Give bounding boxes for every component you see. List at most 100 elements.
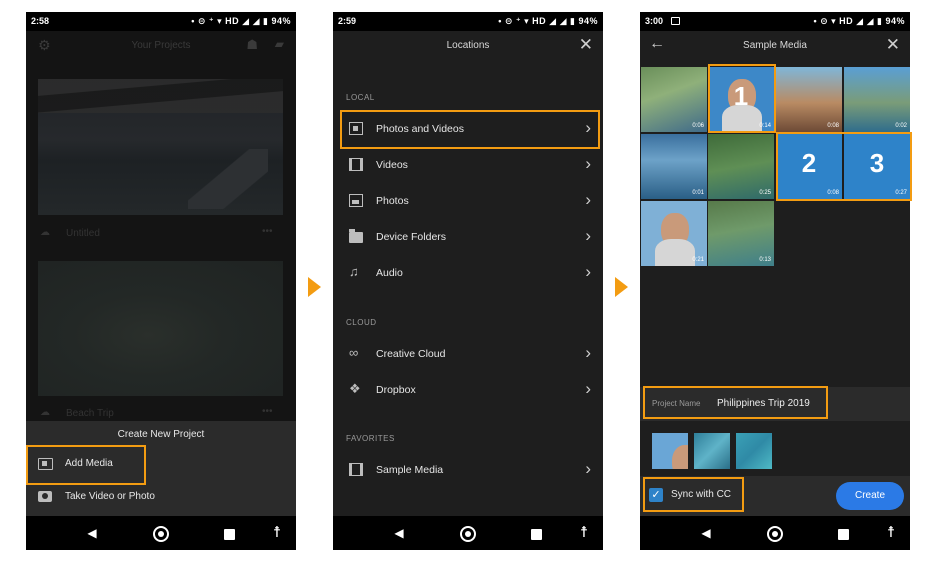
page-title: Sample Media bbox=[743, 40, 807, 51]
phone-screen-2: 2:59 • ⊝ ⁺ ▾ HD ◢ ◢ ▮ 94% Locations ✕ LO… bbox=[333, 12, 603, 550]
duration-label: 0:14 bbox=[759, 123, 771, 129]
duration-label: 0:06 bbox=[692, 123, 704, 129]
media-thumbnail[interactable]: 0:06 bbox=[641, 67, 707, 132]
folder-icon bbox=[349, 229, 363, 243]
chevron-right-icon: › bbox=[585, 343, 591, 362]
status-bar: 2:58 • ⊝ ⁺ ▾ HD ◢ ◢ ▮ 94% bbox=[26, 12, 296, 31]
music-note-icon: ♫ bbox=[349, 264, 359, 279]
media-thumbnail[interactable]: 0:08 bbox=[776, 67, 842, 132]
more-icon[interactable]: ••• bbox=[262, 226, 273, 237]
project-thumbnail[interactable] bbox=[38, 261, 283, 396]
row-label: Creative Cloud bbox=[376, 348, 446, 360]
duration-label: 0:21 bbox=[692, 257, 704, 263]
media-thumbnail[interactable]: 0:02 bbox=[844, 67, 910, 132]
section-favorites: FAVORITES bbox=[346, 434, 395, 443]
media-thumbnail[interactable]: 0:01 bbox=[641, 134, 707, 199]
film-icon bbox=[349, 463, 363, 476]
status-time: 3:00 bbox=[645, 16, 664, 26]
chevron-right-icon: › bbox=[585, 190, 591, 209]
screenshot-notification-icon bbox=[671, 17, 680, 25]
project-thumbnail[interactable] bbox=[38, 79, 283, 215]
status-time: 2:58 bbox=[31, 16, 50, 26]
chevron-right-icon: › bbox=[585, 226, 591, 245]
row-label: Dropbox bbox=[376, 384, 416, 396]
step-arrow-icon bbox=[308, 277, 321, 297]
duration-label: 0:25 bbox=[759, 190, 771, 196]
chevron-right-icon: › bbox=[585, 379, 591, 398]
android-nav-bar: ◀ ☨ bbox=[640, 516, 910, 550]
image-icon bbox=[349, 194, 363, 207]
duration-label: 0:08 bbox=[827, 123, 839, 129]
status-icons: • ⊝ ⁺ ▾ HD ◢ ◢ ▮ 94% bbox=[191, 16, 291, 26]
row-label: Photos bbox=[376, 195, 409, 207]
chevron-right-icon: › bbox=[585, 459, 591, 478]
nav-recents-icon[interactable] bbox=[836, 516, 850, 550]
location-sample-media[interactable]: Sample Media › bbox=[333, 452, 603, 488]
cloud-icon: ☁ bbox=[40, 407, 50, 418]
step-arrow-icon bbox=[615, 277, 628, 297]
android-nav-bar: ◀ ☨ bbox=[26, 516, 296, 550]
film-icon bbox=[349, 158, 363, 171]
selection-number: 1 bbox=[733, 81, 749, 111]
location-audio[interactable]: ♫ Audio › bbox=[333, 255, 603, 291]
nav-home-icon[interactable] bbox=[764, 516, 786, 550]
location-device-folders[interactable]: Device Folders › bbox=[333, 219, 603, 255]
section-cloud: CLOUD bbox=[346, 318, 377, 327]
projects-header: ⚙ Your Projects ☗ ▰ bbox=[26, 31, 296, 61]
accessibility-icon[interactable]: ☨ bbox=[269, 516, 285, 550]
highlight-selected-2-3 bbox=[776, 132, 912, 201]
highlight-photos-videos bbox=[340, 110, 600, 149]
status-bar: 3:00 • ⊝ ▾ HD ◢ ◢ ▮ 94% bbox=[640, 12, 910, 31]
row-label: Videos bbox=[376, 159, 408, 171]
status-time: 2:59 bbox=[338, 16, 357, 26]
selected-thumbnail[interactable] bbox=[652, 433, 688, 469]
close-icon[interactable]: ✕ bbox=[579, 35, 593, 55]
nav-back-icon[interactable]: ◀ bbox=[696, 516, 716, 550]
dropbox-icon: ❖ bbox=[349, 381, 361, 396]
highlight-add-media bbox=[26, 445, 146, 485]
close-icon[interactable]: ✕ bbox=[886, 35, 900, 55]
row-label: Device Folders bbox=[376, 231, 447, 243]
location-dropbox[interactable]: ❖ Dropbox › bbox=[333, 372, 603, 408]
highlight-sync-cc bbox=[643, 477, 744, 512]
nav-home-icon[interactable] bbox=[457, 516, 479, 550]
media-thumbnail[interactable]: 0:25 bbox=[708, 134, 774, 199]
take-video-item[interactable]: Take Video or Photo bbox=[26, 484, 296, 510]
selected-thumbnail[interactable] bbox=[694, 433, 730, 469]
accessibility-icon[interactable]: ☨ bbox=[576, 516, 592, 550]
creative-cloud-icon: ∞ bbox=[349, 345, 359, 360]
project-name[interactable]: Untitled bbox=[66, 228, 100, 239]
media-thumbnail[interactable]: 0:21 bbox=[641, 201, 707, 266]
selected-thumbnail[interactable] bbox=[736, 433, 772, 469]
camera-icon bbox=[38, 491, 52, 502]
nav-recents-icon[interactable] bbox=[529, 516, 543, 550]
chat-icon[interactable]: ▰ bbox=[275, 37, 284, 51]
location-creative-cloud[interactable]: ∞ Creative Cloud › bbox=[333, 336, 603, 372]
project-name[interactable]: Beach Trip bbox=[66, 408, 114, 419]
create-button[interactable]: Create bbox=[836, 482, 904, 510]
location-photos[interactable]: Photos › bbox=[333, 183, 603, 219]
locations-header: Locations ✕ bbox=[333, 31, 603, 61]
location-videos[interactable]: Videos › bbox=[333, 147, 603, 183]
chevron-right-icon: › bbox=[585, 154, 591, 173]
cloud-icon: ☁ bbox=[40, 227, 50, 238]
accessibility-icon[interactable]: ☨ bbox=[883, 516, 899, 550]
duration-label: 0:13 bbox=[759, 257, 771, 263]
row-label: Audio bbox=[376, 267, 403, 279]
take-video-label: Take Video or Photo bbox=[65, 491, 155, 502]
highlight-project-name bbox=[643, 386, 828, 419]
duration-label: 0:01 bbox=[692, 190, 704, 196]
sample-media-header: ← Sample Media ✕ bbox=[640, 31, 910, 61]
sheet-title: Create New Project bbox=[117, 429, 205, 440]
media-thumbnail[interactable]: 0:13 bbox=[708, 201, 774, 266]
chevron-right-icon: › bbox=[585, 262, 591, 281]
status-icons: • ⊝ ⁺ ▾ HD ◢ ◢ ▮ 94% bbox=[498, 16, 598, 26]
nav-home-icon[interactable] bbox=[150, 516, 172, 550]
android-nav-bar: ◀ ☨ bbox=[333, 516, 603, 550]
nav-back-icon[interactable]: ◀ bbox=[389, 516, 409, 550]
learn-icon[interactable]: ☗ bbox=[246, 37, 258, 53]
section-local: LOCAL bbox=[346, 93, 375, 102]
more-icon[interactable]: ••• bbox=[262, 406, 273, 417]
nav-back-icon[interactable]: ◀ bbox=[82, 516, 102, 550]
nav-recents-icon[interactable] bbox=[222, 516, 236, 550]
